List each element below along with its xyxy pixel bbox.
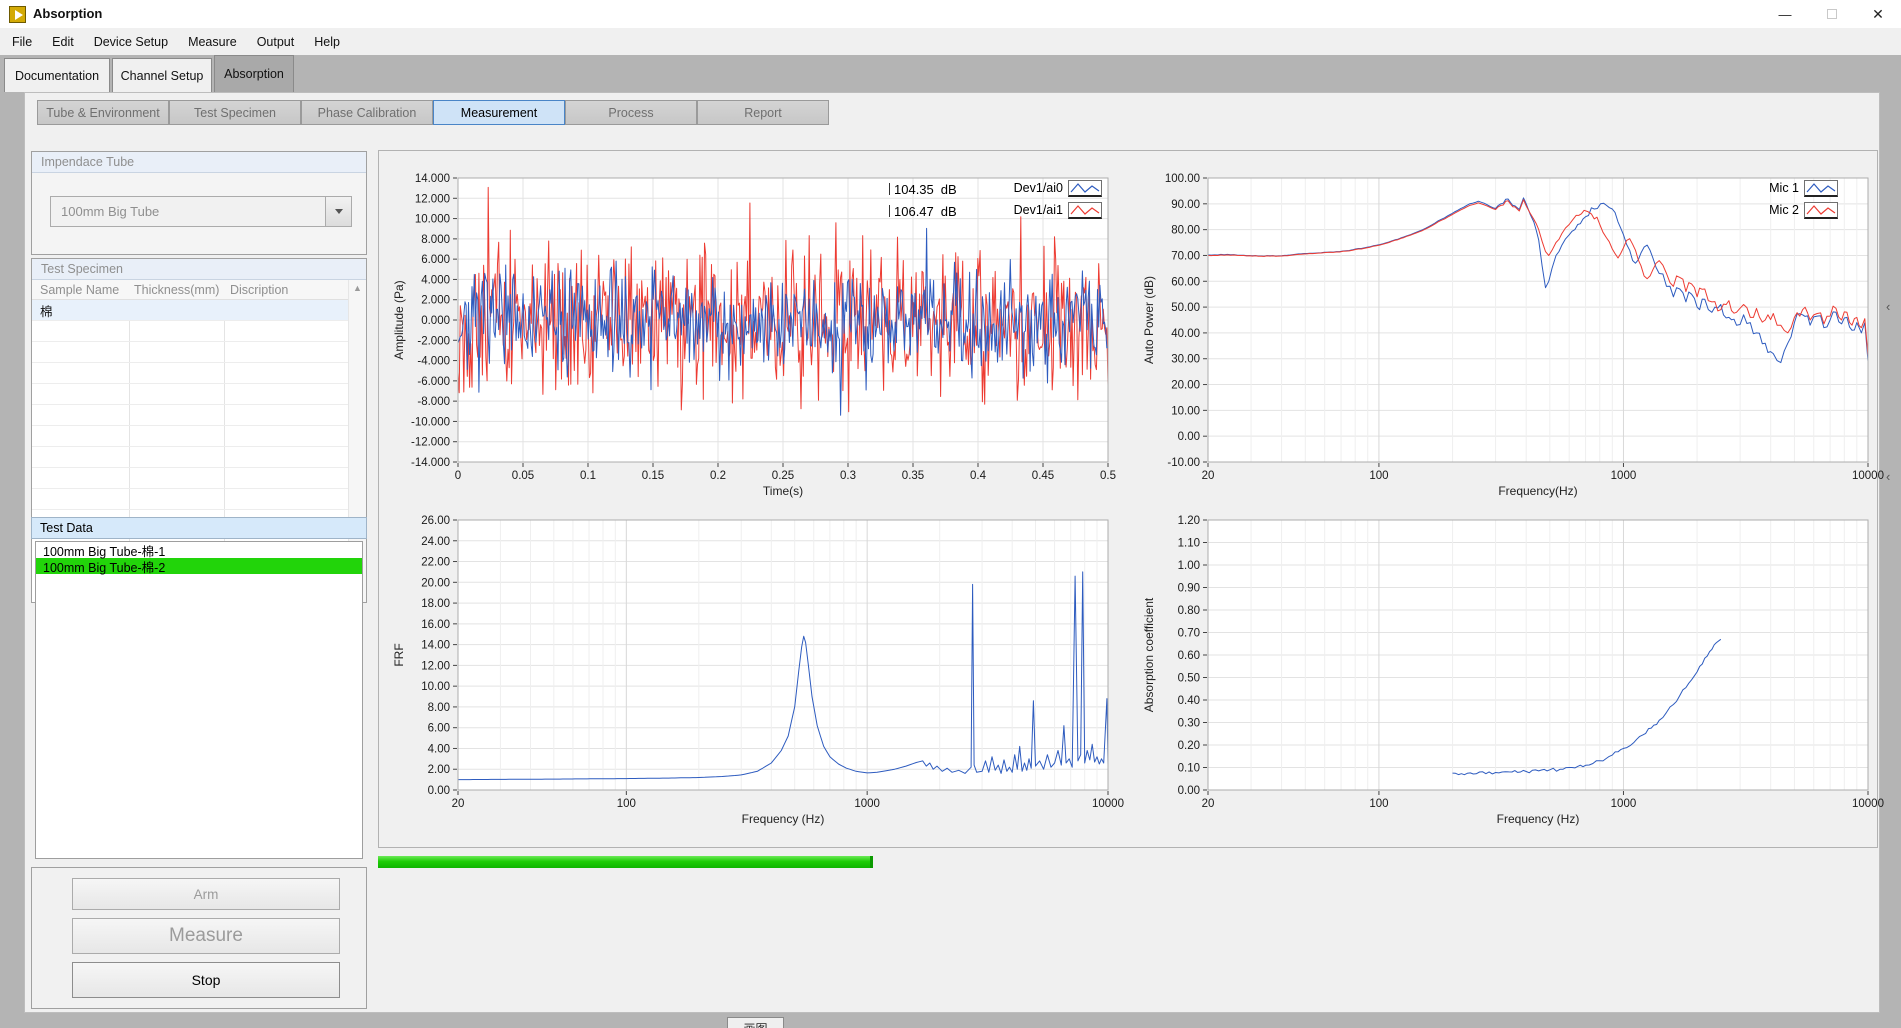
rms-value-unit: dB (941, 204, 957, 219)
maximize-icon (1827, 9, 1837, 19)
subtab-report[interactable]: Report (697, 100, 829, 125)
specimen-row-empty (32, 321, 348, 342)
subtab-measurement[interactable]: Measurement (433, 100, 565, 125)
auto-power-legend-mic-1-icon[interactable] (1804, 180, 1838, 197)
rms-value-unit: dB (941, 182, 957, 197)
time-domain-legend-dev1-ai1: Dev1/ai1 (993, 201, 1103, 219)
stop-button[interactable]: Stop (72, 962, 340, 998)
specimen-row-empty (32, 426, 348, 447)
tab-strip: DocumentationChannel SetupAbsorption (0, 55, 1901, 92)
specimen-row-empty (32, 405, 348, 426)
impedance-tube-title: Impendace Tube (32, 152, 366, 173)
subtab-tube-environment[interactable]: Tube & Environment (37, 100, 169, 125)
auto-power-plot-area[interactable] (1208, 178, 1868, 462)
specimen-row-empty (32, 468, 348, 489)
tube-select-dropdown-button[interactable] (325, 197, 351, 226)
column-header-sample-name: Sample Name (40, 283, 119, 297)
auto-power-legend-mic-1: Mic 1 (1729, 179, 1839, 197)
menu-item-device-setup[interactable]: Device Setup (84, 28, 178, 55)
actions-groupbox: Arm Measure Stop (31, 867, 367, 1009)
time-domain-plot-area[interactable] (458, 178, 1108, 462)
maximize-button[interactable] (1809, 0, 1855, 28)
auto-power-legend-label: Mic 2 (1729, 203, 1799, 217)
specimen-row-empty (32, 342, 348, 363)
menu-item-output[interactable]: Output (247, 28, 305, 55)
impedance-tube-groupbox: Impendace Tube 100mm Big Tube (31, 151, 367, 255)
specimen-row-empty (32, 447, 348, 468)
column-header-thickness-mm: Thickness(mm) (134, 283, 219, 297)
minimize-button[interactable]: — (1762, 0, 1808, 28)
column-header-discription: Discription (230, 283, 288, 297)
frf-plot-area[interactable] (458, 520, 1108, 790)
cursor-tick-icon (889, 205, 890, 217)
right-collapse-top-icon[interactable]: ‹ (1886, 300, 1898, 314)
menu-item-edit[interactable]: Edit (42, 28, 84, 55)
test-specimen-title: Test Specimen (32, 259, 366, 280)
specimen-table-header: Sample Name Thickness(mm) Discription (32, 280, 348, 300)
auto-power-legend-mic-2-icon[interactable] (1804, 202, 1838, 219)
subtab-phase-calibration[interactable]: Phase Calibration (301, 100, 433, 125)
tab-absorption[interactable]: Absorption (214, 55, 294, 92)
test-data-list[interactable]: 100mm Big Tube-棉-1100mm Big Tube-棉-2 (35, 541, 363, 859)
subtab-process[interactable]: Process (565, 100, 697, 125)
time-domain-legend-label: Dev1/ai0 (993, 181, 1063, 195)
menu-item-measure[interactable]: Measure (178, 28, 247, 55)
app-icon (9, 6, 26, 23)
cursor-tick-icon (889, 183, 890, 195)
tube-select[interactable]: 100mm Big Tube (50, 196, 352, 227)
auto-power-legend-mic-2: Mic 2 (1729, 201, 1839, 219)
subtab-test-specimen[interactable]: Test Specimen (169, 100, 301, 125)
rms-value-number: 104.35 (894, 182, 934, 197)
specimen-row[interactable]: 棉 (32, 300, 348, 321)
absorption-coefficient-plot-area[interactable] (1208, 520, 1868, 790)
close-button[interactable]: ✕ (1855, 0, 1901, 28)
measure-button[interactable]: Measure (72, 918, 340, 954)
right-collapse-bottom-icon[interactable]: ‹ (1886, 470, 1898, 484)
time-domain-legend-label: Dev1/ai1 (993, 203, 1063, 217)
scroll-up-icon[interactable]: ▲ (353, 283, 362, 293)
title-bar: Absorption — ✕ (0, 0, 1901, 28)
app-window: Absorption — ✕ FileEditDevice SetupMeasu… (0, 0, 1901, 1028)
progress-bar (378, 856, 873, 868)
rms-value-number: 106.47 (894, 204, 934, 219)
time-domain-legend-dev1-ai1-icon[interactable] (1068, 202, 1102, 219)
menu-item-file[interactable]: File (2, 28, 42, 55)
menu-item-help[interactable]: Help (304, 28, 350, 55)
play-icon (15, 10, 23, 20)
chevron-down-icon (335, 209, 343, 214)
time-domain-legend-dev1-ai0-icon[interactable] (1068, 180, 1102, 197)
specimen-row-empty (32, 384, 348, 405)
rms-value-2: 106.47 dB (889, 203, 957, 219)
specimen-row-empty (32, 363, 348, 384)
bottom-tab-draw[interactable]: 画图 (727, 1017, 784, 1028)
tab-channel-setup[interactable]: Channel Setup (112, 58, 212, 92)
arm-button[interactable]: Arm (72, 878, 340, 910)
menu-bar: FileEditDevice SetupMeasureOutputHelp (0, 28, 1901, 55)
tube-select-value: 100mm Big Tube (51, 197, 325, 226)
test-data-item-2[interactable]: 100mm Big Tube-棉-2 (36, 558, 362, 574)
specimen-row-empty (32, 489, 348, 510)
time-domain-legend-dev1-ai0: Dev1/ai0 (993, 179, 1103, 197)
auto-power-legend-label: Mic 1 (1729, 181, 1799, 195)
test-data-header: Test Data (31, 517, 367, 539)
tab-documentation[interactable]: Documentation (4, 58, 110, 92)
rms-value-1: 104.35 dB (889, 181, 957, 197)
window-title: Absorption (33, 6, 102, 21)
